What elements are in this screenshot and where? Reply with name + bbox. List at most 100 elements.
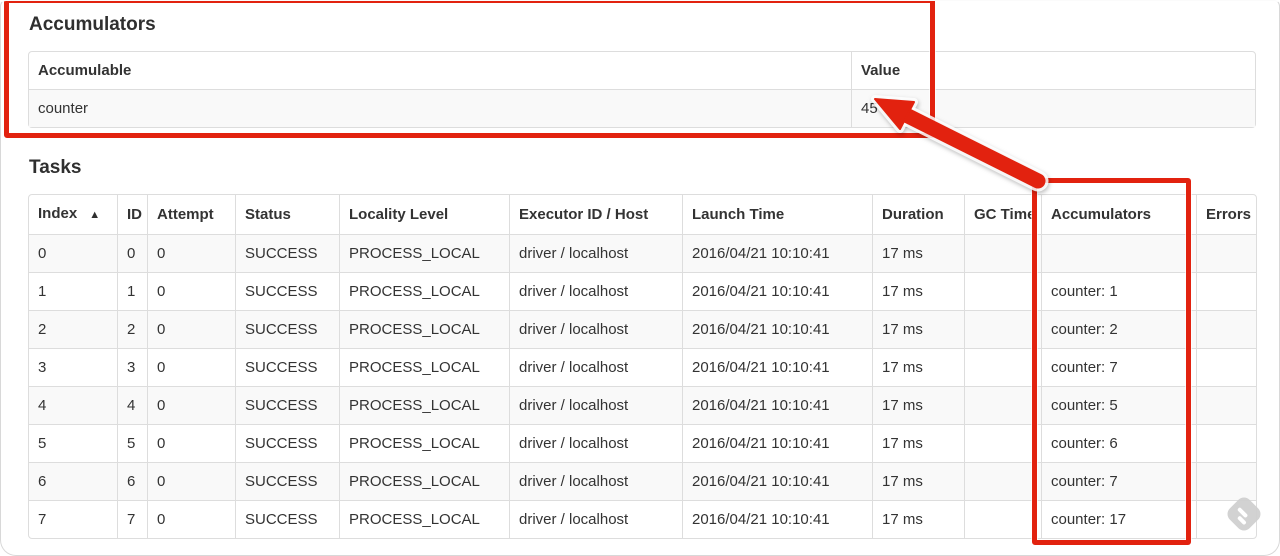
cell-id: 2 — [117, 310, 147, 348]
cell-executor-id-host: driver / localhost — [509, 424, 682, 462]
cell-status: SUCCESS — [235, 272, 339, 310]
cell-status: SUCCESS — [235, 234, 339, 272]
table-row: 7 7 0 SUCCESS PROCESS_LOCAL driver / localhos… — [29, 500, 1256, 538]
cell-gc-time — [964, 272, 1041, 310]
cell-gc-time — [964, 462, 1041, 500]
column-header-executor-id-host[interactable]: Executor ID / Host — [509, 195, 682, 234]
column-header-label: Accumulable — [38, 62, 132, 79]
cell-launch-time: 2016/04/21 10:10:41 — [682, 348, 872, 386]
column-header-locality-level[interactable]: Locality Level — [339, 195, 509, 234]
accumulators-heading: Accumulators — [29, 14, 156, 35]
cell-index: 1 — [29, 272, 117, 310]
tasks-table: Index ▲ ID Attempt Status Locality Level Execu… — [28, 194, 1257, 539]
cell-index: 4 — [29, 386, 117, 424]
column-header-label: Launch Time — [692, 206, 785, 223]
cell-accumulable: counter — [29, 89, 851, 127]
column-header-label: Index — [38, 205, 78, 222]
cell-duration: 17 ms — [872, 272, 964, 310]
cell-launch-time: 2016/04/21 10:10:41 — [682, 272, 872, 310]
column-header-accumulable[interactable]: Accumulable — [29, 52, 851, 89]
spark-ui-accumulators-page: Accumulators Accumulable Value counter 45 T… — [0, 0, 1280, 556]
cell-id: 4 — [117, 386, 147, 424]
cell-launch-time: 2016/04/21 10:10:41 — [682, 500, 872, 538]
cell-executor-id-host: driver / localhost — [509, 500, 682, 538]
cell-accumulators: counter: 17 — [1041, 500, 1196, 538]
table-row: 6 6 0 SUCCESS PROCESS_LOCAL driver / localhos… — [29, 462, 1256, 500]
cell-attempt: 0 — [147, 272, 235, 310]
cell-executor-id-host: driver / localhost — [509, 234, 682, 272]
column-header-label: Accumulators — [1051, 206, 1152, 223]
cell-id: 5 — [117, 424, 147, 462]
cell-launch-time: 2016/04/21 10:10:41 — [682, 386, 872, 424]
table-row: 1 1 0 SUCCESS PROCESS_LOCAL driver / localhos… — [29, 272, 1256, 310]
cell-gc-time — [964, 234, 1041, 272]
cell-launch-time: 2016/04/21 10:10:41 — [682, 310, 872, 348]
cell-duration: 17 ms — [872, 462, 964, 500]
cell-id: 6 — [117, 462, 147, 500]
cell-locality-level: PROCESS_LOCAL — [339, 234, 509, 272]
column-header-label: Locality Level — [349, 206, 449, 223]
cell-gc-time — [964, 310, 1041, 348]
cell-locality-level: PROCESS_LOCAL — [339, 424, 509, 462]
cell-accumulators: counter: 6 — [1041, 424, 1196, 462]
cell-duration: 17 ms — [872, 500, 964, 538]
cell-accumulators: counter: 2 — [1041, 310, 1196, 348]
cell-duration: 17 ms — [872, 386, 964, 424]
cell-errors — [1196, 310, 1256, 348]
cell-index: 7 — [29, 500, 117, 538]
column-header-gc-time[interactable]: GC Time — [964, 195, 1041, 234]
cell-status: SUCCESS — [235, 424, 339, 462]
column-header-id[interactable]: ID — [117, 195, 147, 234]
cell-attempt: 0 — [147, 462, 235, 500]
cell-accumulators: counter: 1 — [1041, 272, 1196, 310]
column-header-index[interactable]: Index ▲ — [29, 195, 117, 234]
cell-attempt: 0 — [147, 424, 235, 462]
column-header-errors[interactable]: Errors — [1196, 195, 1256, 234]
cell-duration: 17 ms — [872, 348, 964, 386]
cell-status: SUCCESS — [235, 348, 339, 386]
column-header-status[interactable]: Status — [235, 195, 339, 234]
cell-index: 6 — [29, 462, 117, 500]
cell-gc-time — [964, 348, 1041, 386]
cell-locality-level: PROCESS_LOCAL — [339, 462, 509, 500]
cell-launch-time: 2016/04/21 10:10:41 — [682, 234, 872, 272]
page-content: Accumulators Accumulable Value counter 45 T… — [1, 1, 1279, 539]
sort-ascending-icon: ▲ — [89, 209, 101, 221]
cell-id: 7 — [117, 500, 147, 538]
cell-attempt: 0 — [147, 348, 235, 386]
cell-id: 0 — [117, 234, 147, 272]
cell-executor-id-host: driver / localhost — [509, 386, 682, 424]
column-header-attempt[interactable]: Attempt — [147, 195, 235, 234]
column-header-label: Executor ID / Host — [519, 206, 649, 223]
column-header-accumulators[interactable]: Accumulators — [1041, 195, 1196, 234]
cell-status: SUCCESS — [235, 500, 339, 538]
cell-accumulators: counter: 5 — [1041, 386, 1196, 424]
cell-value: 45 — [851, 89, 1255, 127]
column-header-duration[interactable]: Duration — [872, 195, 964, 234]
table-row: 4 4 0 SUCCESS PROCESS_LOCAL driver / localhos… — [29, 386, 1256, 424]
cell-index: 2 — [29, 310, 117, 348]
cell-errors — [1196, 500, 1256, 538]
cell-attempt: 0 — [147, 234, 235, 272]
cell-attempt: 0 — [147, 386, 235, 424]
cell-launch-time: 2016/04/21 10:10:41 — [682, 424, 872, 462]
column-header-label: Value — [861, 62, 901, 79]
cell-status: SUCCESS — [235, 310, 339, 348]
cell-id: 3 — [117, 348, 147, 386]
cell-locality-level: PROCESS_LOCAL — [339, 310, 509, 348]
cell-index: 0 — [29, 234, 117, 272]
table-row: 0 0 0 SUCCESS PROCESS_LOCAL driver / localhos… — [29, 234, 1256, 272]
cell-status: SUCCESS — [235, 462, 339, 500]
cell-errors — [1196, 386, 1256, 424]
cell-duration: 17 ms — [872, 310, 964, 348]
cell-locality-level: PROCESS_LOCAL — [339, 272, 509, 310]
table-row: 5 5 0 SUCCESS PROCESS_LOCAL driver / localhos… — [29, 424, 1256, 462]
column-header-launch-time[interactable]: Launch Time — [682, 195, 872, 234]
column-header-value[interactable]: Value — [851, 52, 1255, 89]
cell-launch-time: 2016/04/21 10:10:41 — [682, 462, 872, 500]
cell-gc-time — [964, 500, 1041, 538]
column-header-label: GC Time — [974, 206, 1036, 223]
cell-attempt: 0 — [147, 500, 235, 538]
cell-id: 1 — [117, 272, 147, 310]
accumulators-table: Accumulable Value counter 45 — [28, 51, 1256, 128]
